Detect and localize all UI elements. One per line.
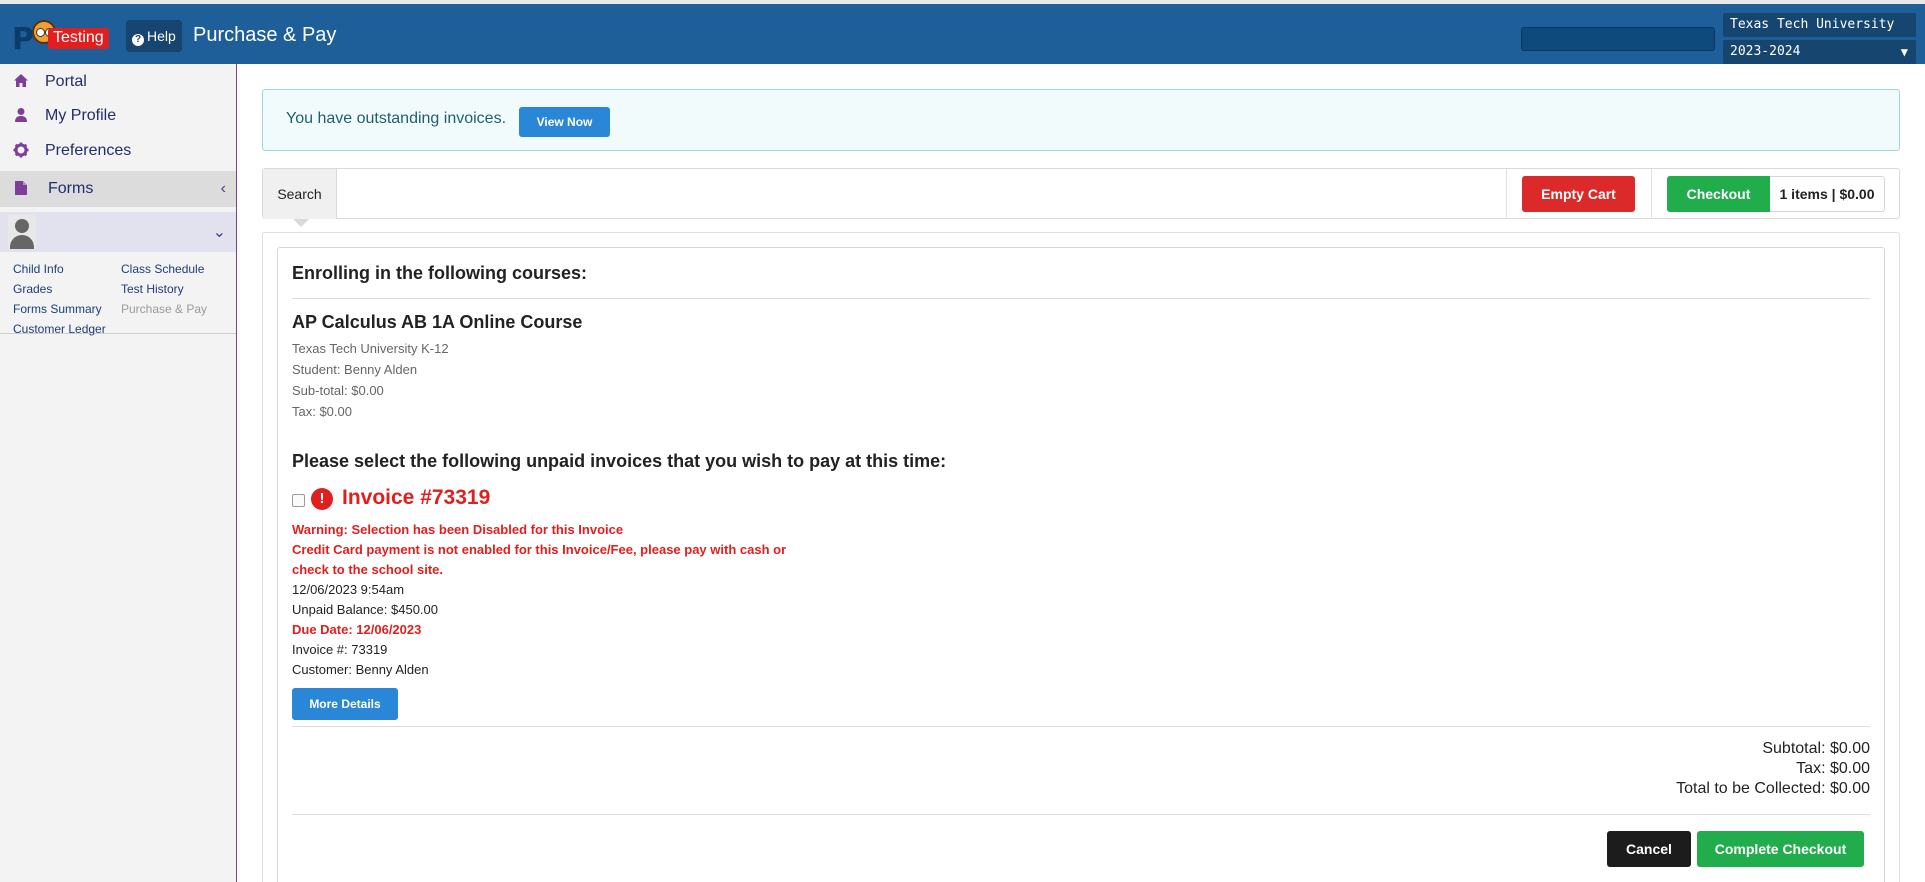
caret-down-icon: ▼: [1900, 45, 1908, 59]
gear-icon: [13, 142, 29, 158]
divider: [292, 726, 1870, 727]
link-customer-ledger[interactable]: Customer Ledger: [13, 322, 106, 336]
cancel-button[interactable]: Cancel: [1607, 831, 1691, 867]
student-links: Child Info Class Schedule Grades Test Hi…: [0, 254, 236, 336]
invoice-number: Invoice #: 73319: [292, 642, 388, 657]
sidebar-item-my-profile[interactable]: My Profile: [0, 98, 236, 132]
school-year-select[interactable]: 2023-2024 ▼: [1723, 40, 1916, 64]
more-details-button[interactable]: More Details: [292, 688, 398, 720]
course-school: Texas Tech University K-12: [292, 341, 449, 356]
cart-toolbar: Search Empty Cart Checkout 1 items | $0.…: [262, 168, 1900, 227]
empty-cart-button[interactable]: Empty Cart: [1522, 176, 1635, 212]
checkout-inner-panel: [277, 247, 1885, 882]
question-icon: ?: [132, 34, 144, 46]
alert-message: You have outstanding invoices.: [286, 110, 507, 127]
sidebar-item-label: Preferences: [45, 142, 132, 159]
invoice-datetime: 12/06/2023 9:54am: [292, 582, 405, 597]
course-subtotal: Sub-total: $0.00: [292, 383, 384, 398]
sidebar-item-portal[interactable]: Portal: [0, 64, 236, 98]
link-child-info[interactable]: Child Info: [13, 262, 64, 276]
invoice-checkbox[interactable]: [292, 494, 305, 507]
sidebar-item-label: Forms: [48, 180, 94, 197]
invoices-heading: Please select the following unpaid invoi…: [292, 451, 947, 471]
help-label: Help: [147, 28, 176, 44]
course-title: AP Calculus AB 1A Online Course: [292, 312, 583, 332]
invoice-unpaid-balance: Unpaid Balance: $450.00: [292, 602, 439, 617]
complete-checkout-button[interactable]: Complete Checkout: [1697, 831, 1864, 867]
invoice-customer: Customer: Benny Alden: [292, 662, 429, 677]
invoice-due-date: Due Date: 12/06/2023: [292, 622, 422, 637]
divider: [1651, 169, 1652, 219]
invoice-warning: Warning: Selection has been Disabled for…: [292, 522, 623, 537]
app-logo[interactable]: P Testing: [12, 18, 112, 58]
outstanding-invoices-alert: You have outstanding invoices. View Now: [262, 89, 1900, 151]
school-year-value: 2023-2024: [1730, 44, 1801, 59]
link-grades[interactable]: Grades: [13, 282, 52, 296]
chevron-down-icon[interactable]: ⌄: [213, 222, 226, 242]
view-now-button[interactable]: View Now: [519, 107, 610, 137]
chevron-left-icon[interactable]: ‹: [221, 180, 226, 198]
exclamation-circle-icon: !: [311, 488, 333, 510]
link-class-schedule[interactable]: Class Schedule: [121, 262, 204, 276]
warning-prefix: Warning:: [292, 522, 348, 537]
credit-card-notice-line1: Credit Card payment is not enabled for t…: [292, 542, 787, 557]
course-student: Student: Benny Alden: [292, 362, 418, 377]
sidebar-item-label: My Profile: [45, 107, 117, 124]
divider: [1506, 169, 1507, 219]
link-test-history[interactable]: Test History: [121, 282, 184, 296]
link-purchase-pay[interactable]: Purchase & Pay: [121, 302, 207, 316]
user-icon: [15, 108, 27, 122]
avatar: [8, 215, 36, 249]
sidebar: Portal My Profile Preferences Forms ‹ ⌄ …: [0, 64, 237, 882]
page-title: Purchase & Pay: [193, 24, 337, 46]
sidebar-item-forms[interactable]: Forms ‹: [0, 171, 236, 207]
cart-summary[interactable]: 1 items | $0.00: [1770, 176, 1885, 212]
warning-text: Selection has been Disabled for this Inv…: [347, 522, 624, 537]
total-to-be-collected: Total to be Collected: $0.00: [1676, 780, 1870, 797]
global-search-input[interactable]: [1521, 27, 1715, 51]
course-tax: Tax: $0.00: [292, 404, 352, 419]
enrollment-heading: Enrolling in the following courses:: [292, 263, 588, 283]
student-selector[interactable]: ⌄: [0, 212, 236, 252]
link-forms-summary[interactable]: Forms Summary: [13, 302, 102, 316]
help-button[interactable]: ? Help: [126, 20, 182, 52]
home-icon: [14, 74, 28, 87]
credit-card-notice-line2: check to the school site.: [292, 562, 443, 577]
sidebar-item-preferences[interactable]: Preferences: [0, 133, 236, 167]
organization-selector[interactable]: Texas Tech University K-12: [1723, 13, 1916, 56]
divider: [292, 298, 1870, 299]
subtotal: Subtotal: $0.00: [1762, 740, 1870, 757]
document-icon: [15, 181, 27, 195]
environment-badge: Testing: [48, 28, 109, 49]
tab-search[interactable]: Search: [263, 169, 337, 227]
checkout-button[interactable]: Checkout: [1667, 176, 1770, 212]
invoice-title: Invoice #73319: [342, 486, 491, 509]
top-bar: P Testing ? Help Purchase & Pay Texas Tec…: [0, 0, 1925, 64]
sidebar-item-label: Portal: [45, 73, 87, 90]
tax-total: Tax: $0.00: [1796, 760, 1870, 777]
logo-mark: P: [12, 22, 34, 57]
divider: [292, 814, 1870, 815]
